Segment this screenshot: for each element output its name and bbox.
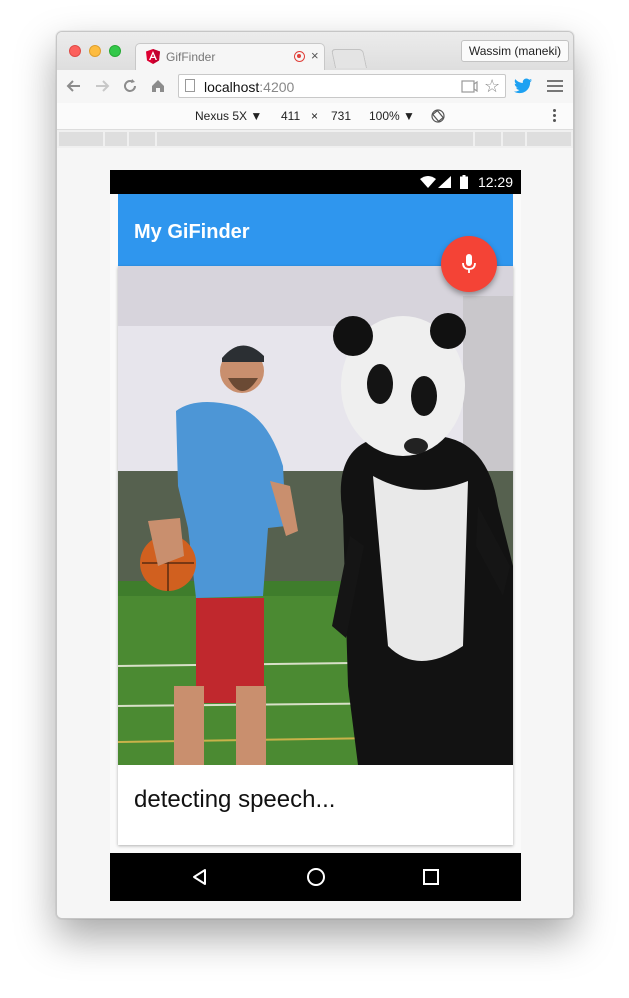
- gif-card: detecting speech...: [118, 266, 513, 845]
- twitter-icon[interactable]: [514, 78, 532, 94]
- address-bar[interactable]: localhost:4200 ☆: [178, 74, 506, 98]
- recents-square-icon[interactable]: [421, 867, 441, 887]
- browser-toolbar: localhost:4200 ☆: [57, 70, 573, 104]
- angular-icon: [146, 49, 160, 64]
- tab-title: GifFinder: [166, 50, 216, 64]
- browser-tab[interactable]: GifFinder ×: [135, 43, 325, 71]
- more-options-icon[interactable]: [553, 109, 556, 124]
- android-nav-bar: [110, 853, 521, 901]
- tab-close-icon[interactable]: ×: [311, 48, 319, 63]
- forward-arrow-icon[interactable]: [93, 77, 111, 95]
- status-time: 12:29: [477, 174, 513, 190]
- cast-icon[interactable]: [461, 80, 478, 93]
- phone-screen: 12:29 My GiFinder detecting speech...: [110, 170, 521, 901]
- media-query-ruler: [57, 130, 573, 148]
- dimension-separator: ×: [311, 109, 319, 123]
- microphone-button[interactable]: [441, 236, 497, 292]
- title-bar: GifFinder × Wassim (maneki): [57, 32, 573, 71]
- speech-status: detecting speech...: [134, 786, 336, 813]
- close-window-button[interactable]: [69, 45, 81, 57]
- device-toolbar: Nexus 5X ▼ 411 × 731 100% ▼: [57, 103, 573, 130]
- width-field[interactable]: 411: [281, 109, 300, 123]
- battery-icon: [460, 175, 468, 189]
- browser-window: GifFinder × Wassim (maneki) localhost:42…: [56, 31, 574, 919]
- new-tab-button[interactable]: [330, 49, 368, 68]
- signal-icon: [438, 176, 451, 188]
- reload-icon[interactable]: [121, 77, 139, 95]
- app-title: My GiFinder: [134, 221, 250, 243]
- back-arrow-icon[interactable]: [65, 77, 83, 95]
- url-text: localhost:4200: [204, 79, 295, 95]
- rotate-icon[interactable]: [431, 109, 445, 123]
- height-field[interactable]: 731: [331, 109, 351, 123]
- wifi-icon: [420, 176, 436, 188]
- menu-icon[interactable]: [547, 80, 563, 92]
- status-bar: 12:29: [110, 170, 521, 194]
- back-triangle-icon[interactable]: [190, 867, 210, 887]
- home-circle-icon[interactable]: [306, 867, 326, 887]
- minimize-window-button[interactable]: [89, 45, 101, 57]
- gif-image: [118, 266, 513, 765]
- microphone-icon: [462, 254, 476, 273]
- recording-icon: [294, 51, 305, 62]
- profile-button[interactable]: Wassim (maneki): [461, 40, 569, 62]
- home-icon[interactable]: [149, 77, 167, 95]
- device-select[interactable]: Nexus 5X ▼: [195, 109, 262, 123]
- maximize-window-button[interactable]: [109, 45, 121, 57]
- device-viewport: 12:29 My GiFinder detecting speech...: [57, 148, 573, 918]
- star-icon[interactable]: ☆: [484, 76, 500, 97]
- zoom-select[interactable]: 100% ▼: [369, 109, 415, 123]
- page-icon: [185, 79, 195, 92]
